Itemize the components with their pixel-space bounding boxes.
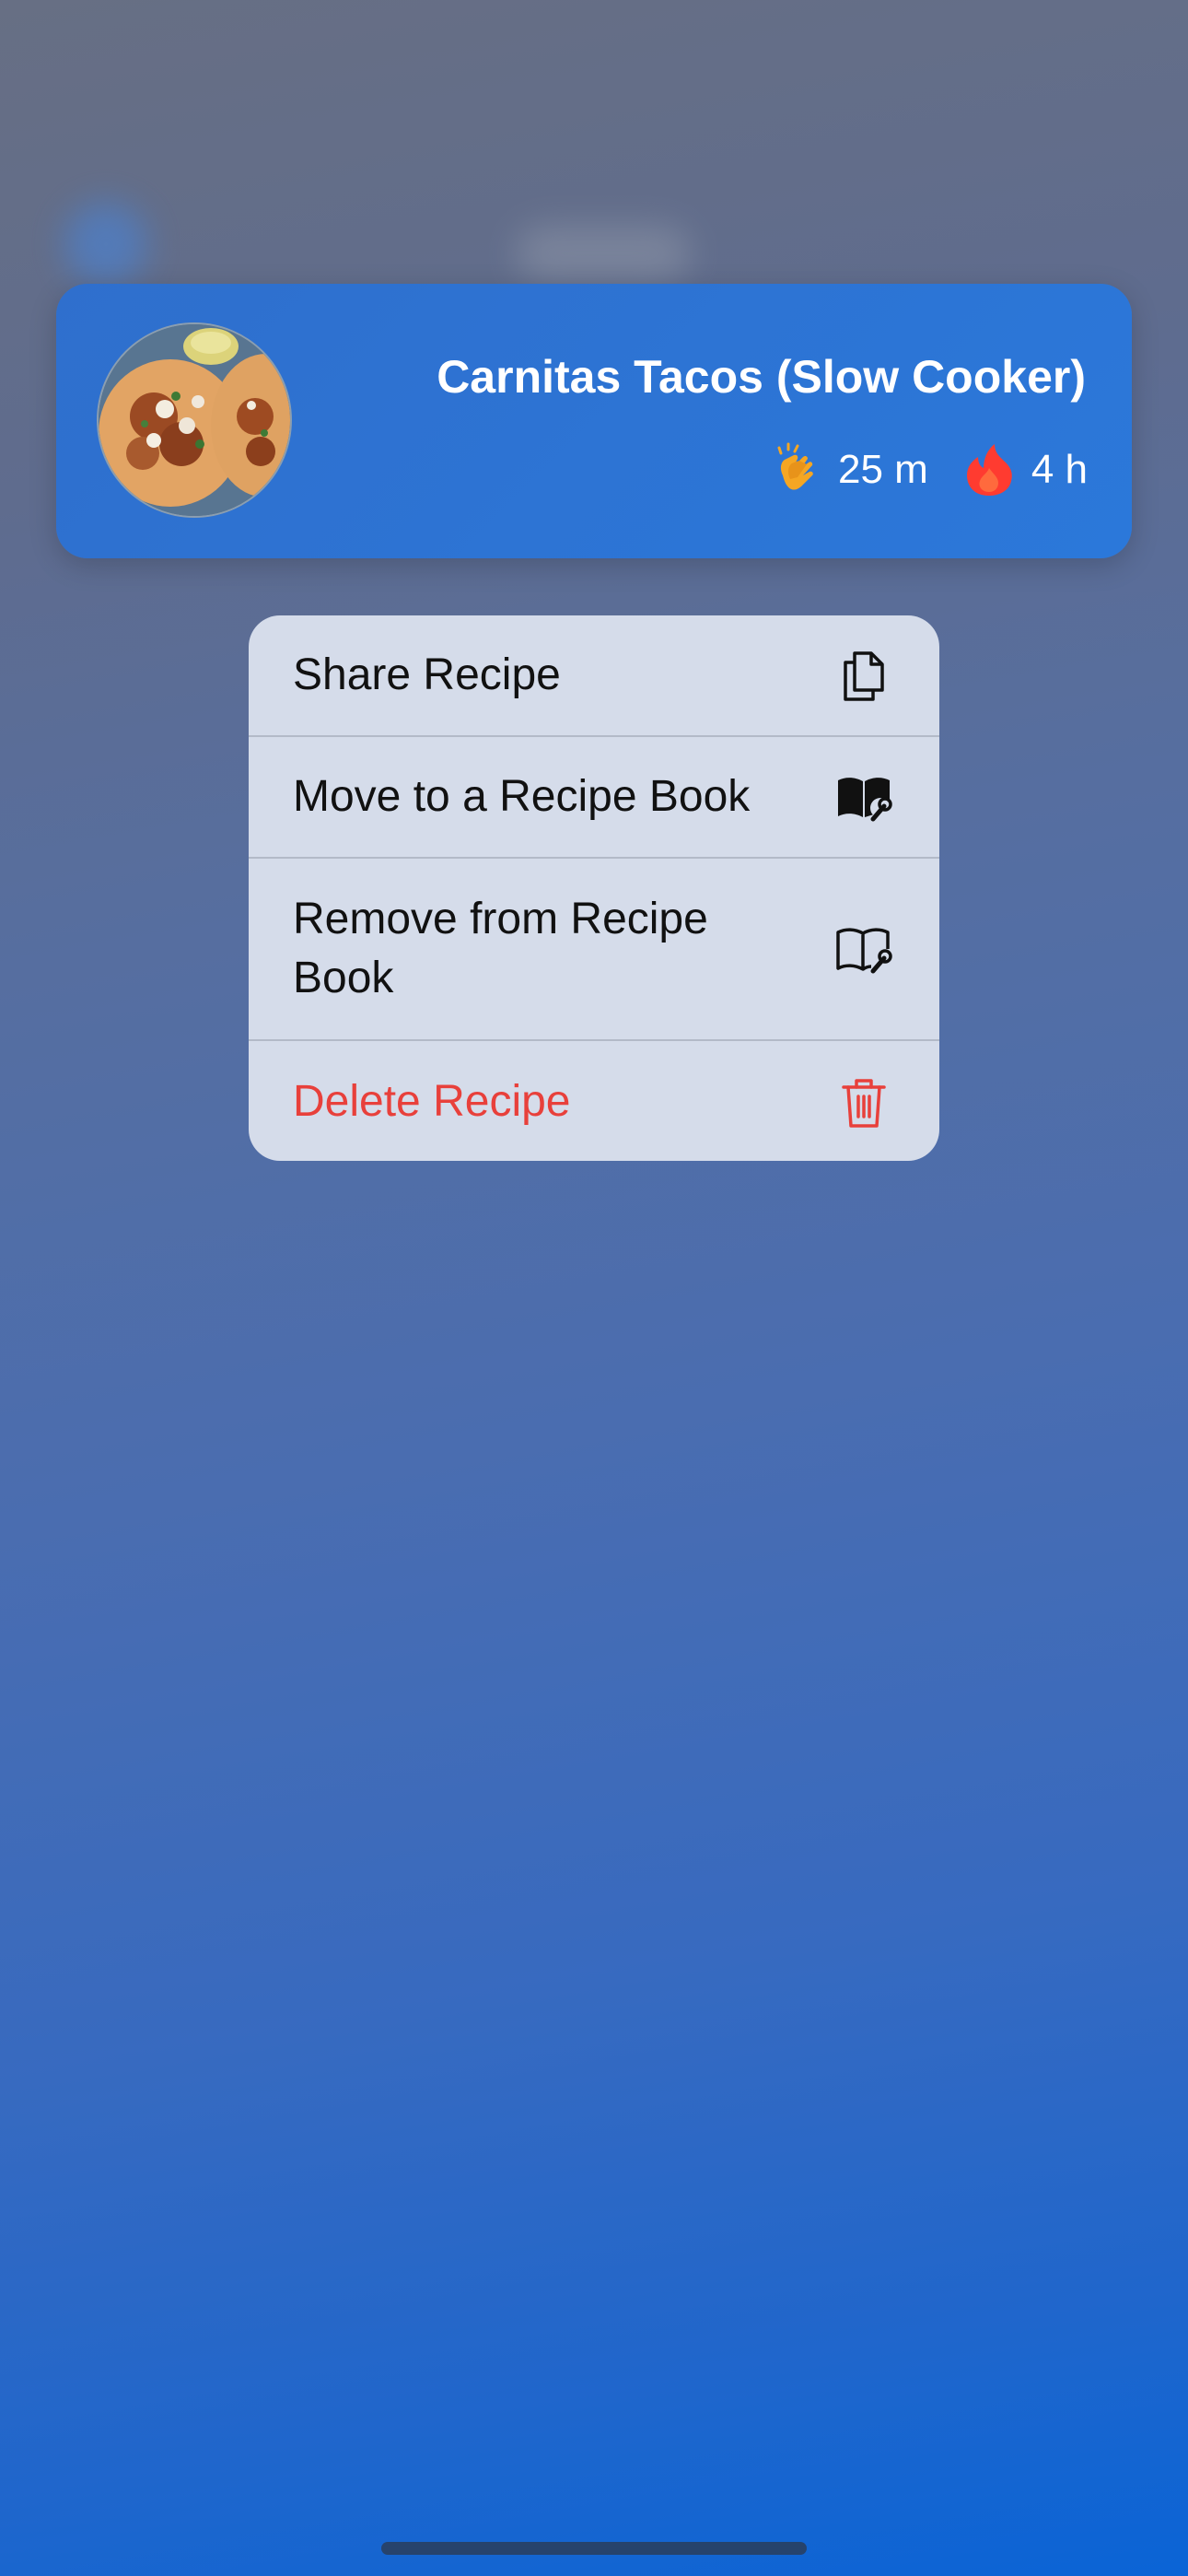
remove-from-recipe-book-label: Remove from Recipe Book: [293, 895, 708, 1002]
cook-time: 4 h: [1031, 447, 1088, 492]
recipe-times: 25 m 4 h: [766, 433, 1088, 507]
recipe-card[interactable]: Carnitas Tacos (Slow Cooker) 25 m 4 h: [56, 284, 1132, 558]
home-indicator[interactable]: [381, 2542, 807, 2555]
remove-from-recipe-book-item[interactable]: Remove from Recipe Book: [249, 859, 939, 1041]
recipe-thumbnail: [97, 322, 292, 518]
share-recipe-label: Share Recipe: [293, 650, 561, 699]
delete-recipe-label: Delete Recipe: [293, 1077, 571, 1126]
background-avatar-blur: [64, 203, 147, 286]
documents-icon: [844, 651, 884, 701]
background-title-blur: [516, 226, 691, 281]
book-wrench-filled-icon: [838, 778, 892, 822]
trash-icon: [842, 1079, 886, 1128]
book-wrench-outline-icon: [836, 928, 892, 974]
move-to-recipe-book-label: Move to a Recipe Book: [293, 772, 751, 821]
flame-icon: [966, 444, 1012, 496]
context-menu: Share Recipe Move to a Recipe Book Remov…: [249, 615, 939, 1161]
move-to-recipe-book-item[interactable]: Move to a Recipe Book: [249, 737, 939, 859]
recipe-title: Carnitas Tacos (Slow Cooker): [437, 351, 1086, 403]
delete-recipe-item[interactable]: Delete Recipe: [249, 1041, 939, 1161]
prep-time: 25 m: [838, 447, 928, 492]
clapping-hands-icon: [777, 442, 813, 490]
share-recipe-item[interactable]: Share Recipe: [249, 615, 939, 737]
